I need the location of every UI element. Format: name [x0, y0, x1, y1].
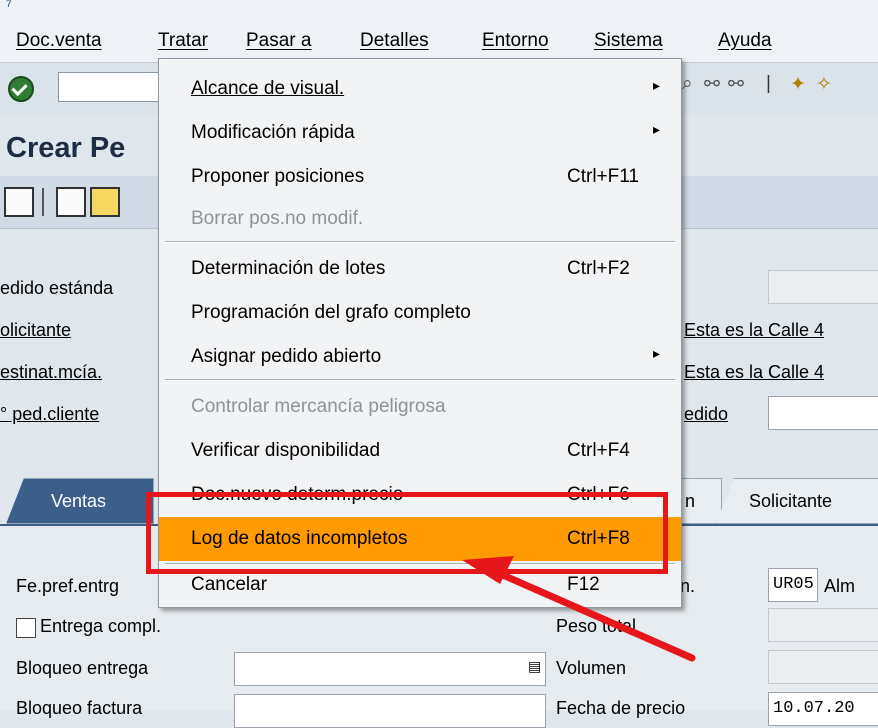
annotation-arrow-icon [462, 556, 696, 662]
